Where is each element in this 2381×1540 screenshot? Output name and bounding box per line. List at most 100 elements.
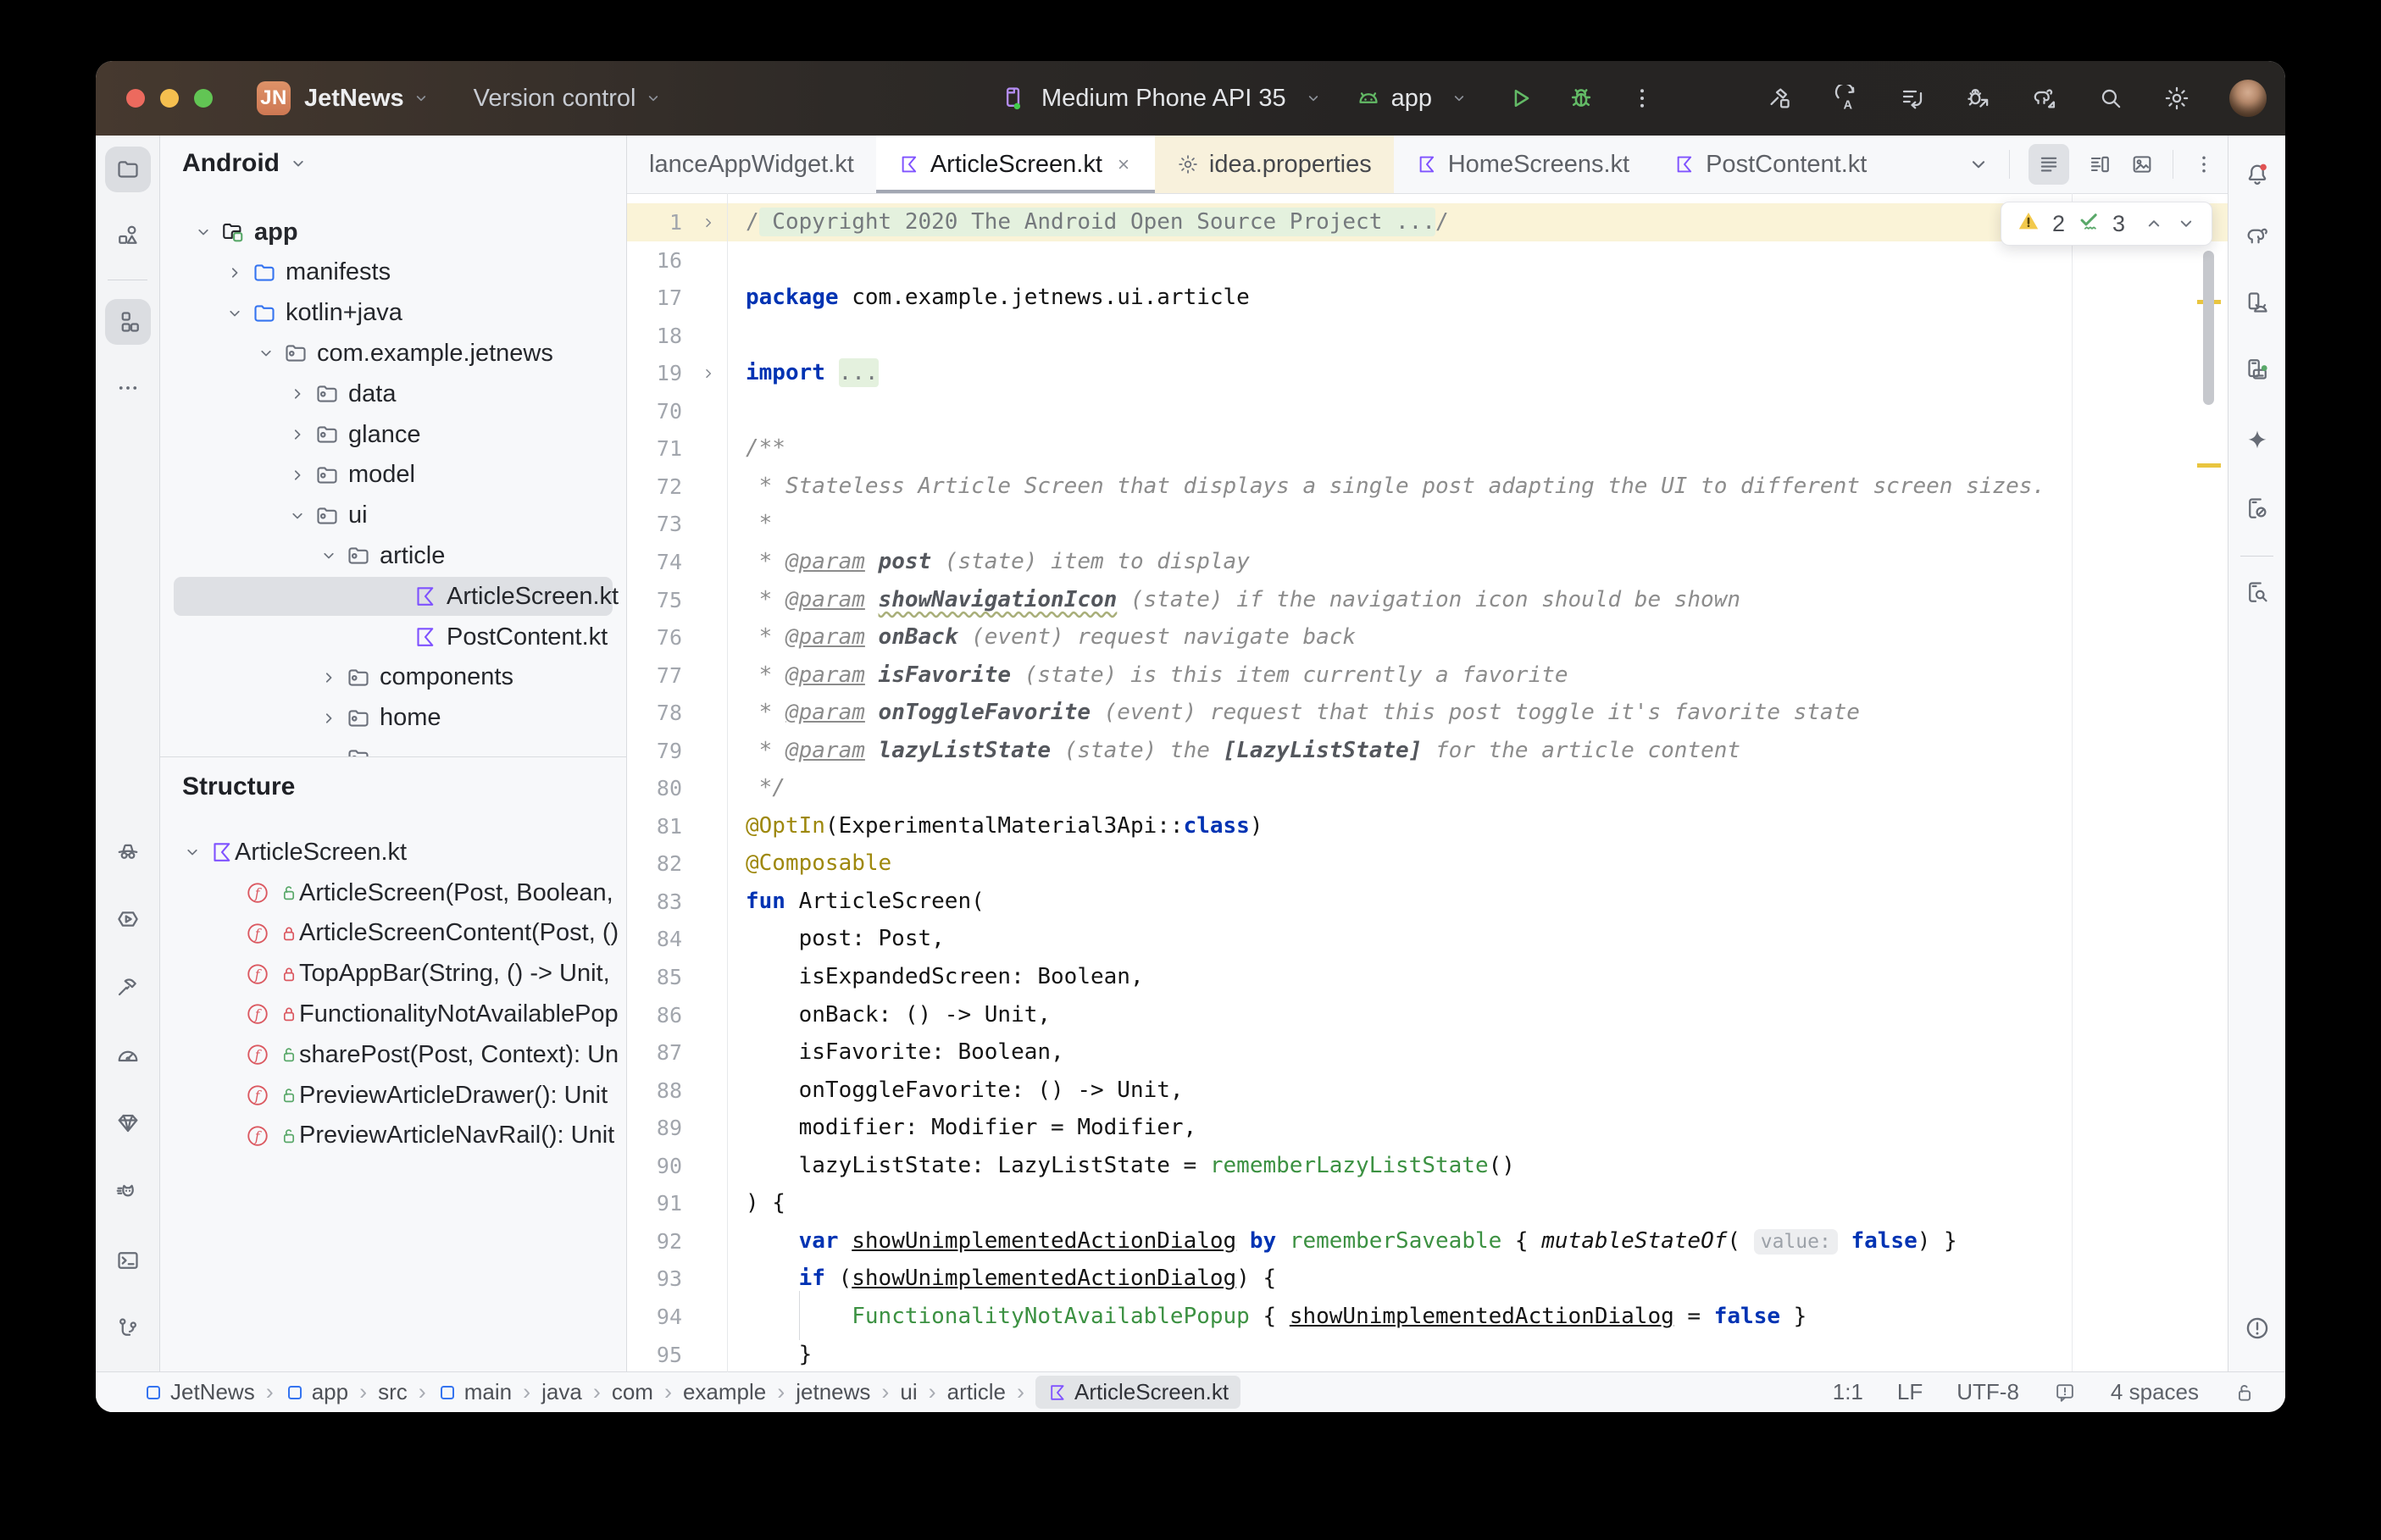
breadcrumb-item-app[interactable]: app <box>285 1379 348 1405</box>
line-number[interactable]: 79 <box>627 732 682 770</box>
editor-layout-single[interactable] <box>2029 144 2069 185</box>
next-problem-button[interactable] <box>2176 213 2196 234</box>
structure-root-articlescreen-kt[interactable]: ArticleScreen.kt <box>160 832 626 872</box>
project-view-selector[interactable]: Android <box>182 149 280 178</box>
build-button[interactable] <box>1767 85 1794 112</box>
line-number[interactable]: 77 <box>627 656 682 695</box>
line-number[interactable]: 95 <box>627 1336 682 1373</box>
tab-list-dropdown[interactable] <box>1967 152 1990 176</box>
line-number[interactable]: 82 <box>627 845 682 883</box>
gradle-sync-button[interactable] <box>2031 85 2058 112</box>
notifications-button[interactable] <box>2245 162 2270 187</box>
structure-item[interactable]: f TopAppBar(String, () -> Unit, <box>160 954 626 994</box>
breadcrumb-item-jetnews[interactable]: jetnews <box>796 1379 870 1405</box>
zoom-window-button[interactable] <box>194 89 213 108</box>
tree-item-model[interactable]: model <box>160 455 626 496</box>
indent-setting[interactable]: 4 spaces <box>2111 1379 2199 1405</box>
line-number[interactable]: 80 <box>627 769 682 807</box>
fold-marker-icon[interactable] <box>700 212 717 237</box>
line-number[interactable]: 92 <box>627 1222 682 1260</box>
structure-item[interactable]: f PreviewArticleDrawer(): Unit <box>160 1075 626 1116</box>
line-number[interactable]: 83 <box>627 883 682 921</box>
line-number[interactable]: 91 <box>627 1184 682 1222</box>
chevron-right-icon[interactable] <box>319 709 339 728</box>
warning-count[interactable]: 2 <box>2052 211 2065 237</box>
breadcrumb-item-src[interactable]: src <box>378 1379 408 1405</box>
sync-translate-button[interactable]: A <box>1833 85 1860 112</box>
code-editor[interactable]: 2 3 1 / Copyright 2020 The Android Open S… <box>627 193 2228 1372</box>
chevron-right-icon[interactable] <box>319 668 339 687</box>
user-avatar[interactable] <box>2229 80 2267 117</box>
panel-divider[interactable] <box>160 756 626 757</box>
line-number[interactable]: 1 <box>627 203 682 241</box>
line-number[interactable]: 81 <box>627 807 682 845</box>
structure-item[interactable]: f ArticleScreen(Post, Boolean, <box>160 872 626 913</box>
chevron-right-icon[interactable] <box>225 263 245 282</box>
tree-item-components[interactable]: components <box>160 657 626 698</box>
line-ending[interactable]: LF <box>1897 1379 1923 1405</box>
editor-layout-split[interactable] <box>2088 152 2112 176</box>
breadcrumb-item-articlescreen-kt[interactable]: ArticleScreen.kt <box>1035 1376 1241 1409</box>
app-inspection-tool-button[interactable] <box>115 1111 141 1136</box>
breadcrumb-item-main[interactable]: main <box>437 1379 512 1405</box>
line-number[interactable]: 84 <box>627 920 682 958</box>
breadcrumb-item-ui[interactable]: ui <box>900 1379 917 1405</box>
caret-position[interactable]: 1:1 <box>1833 1379 1863 1405</box>
debug-button[interactable] <box>1568 85 1595 112</box>
tree-item-manifests[interactable]: manifests <box>160 252 626 293</box>
breadcrumb-item-article[interactable]: article <box>947 1379 1006 1405</box>
editor-tab-articlescreen-kt[interactable]: ArticleScreen.kt <box>875 136 1155 193</box>
line-number[interactable]: 70 <box>627 392 682 430</box>
gemini-tool-button[interactable] <box>2245 428 2270 453</box>
profiler-tool-button[interactable] <box>115 1043 141 1068</box>
fold-marker-icon[interactable] <box>700 363 717 388</box>
line-number[interactable]: 19 <box>627 354 682 392</box>
device-manager-tool-button[interactable] <box>2245 290 2270 315</box>
line-number[interactable]: 93 <box>627 1260 682 1298</box>
prev-problem-button[interactable] <box>2144 213 2164 234</box>
search-everywhere-button[interactable] <box>2097 85 2124 112</box>
chevron-right-icon[interactable] <box>287 466 308 485</box>
structure-item[interactable]: f ArticleScreenContent(Post, () <box>160 913 626 954</box>
line-number[interactable]: 18 <box>627 317 682 355</box>
tree-item-ui[interactable]: ui <box>160 496 626 536</box>
line-number[interactable]: 85 <box>627 958 682 996</box>
tree-row-partial[interactable] <box>160 738 626 756</box>
device-selector[interactable]: Medium Phone API 35 <box>1041 85 1286 113</box>
tree-item-data[interactable]: data <box>160 374 626 414</box>
unlocked-icon[interactable] <box>2233 1381 2256 1404</box>
run-configuration-selector[interactable]: app <box>1391 85 1432 113</box>
more-tool-windows-button[interactable] <box>115 375 141 401</box>
editor-tab-homescreens-kt[interactable]: HomeScreens.kt <box>1394 136 1651 193</box>
editor-tab-idea-properties[interactable]: idea.properties <box>1154 136 1394 193</box>
breadcrumb-item-java[interactable]: java <box>541 1379 582 1405</box>
line-number[interactable]: 87 <box>627 1033 682 1072</box>
tree-item-app[interactable]: app <box>160 212 626 252</box>
scrollbar-thumb[interactable] <box>2203 251 2214 405</box>
running-devices-tool-button[interactable] <box>2245 357 2270 382</box>
version-control-tool-button[interactable] <box>115 1316 141 1341</box>
chevron-down-icon[interactable] <box>319 546 339 565</box>
line-number[interactable]: 75 <box>627 581 682 619</box>
chevron-right-icon[interactable] <box>287 425 308 444</box>
tree-item-articlescreen-kt[interactable]: ArticleScreen.kt <box>160 576 626 617</box>
minimize-window-button[interactable] <box>160 89 179 108</box>
file-encoding[interactable]: UTF-8 <box>1956 1379 2019 1405</box>
line-number[interactable]: 90 <box>627 1147 682 1185</box>
line-number[interactable]: 76 <box>627 618 682 656</box>
build-tool-button[interactable] <box>115 974 141 1000</box>
structure-item[interactable]: f FunctionalityNotAvailablePop <box>160 994 626 1034</box>
line-number[interactable]: 88 <box>627 1072 682 1110</box>
device-streaming-tool-button[interactable] <box>2245 496 2270 521</box>
editor-more-options[interactable] <box>2192 152 2216 176</box>
chevron-down-icon[interactable] <box>256 344 276 363</box>
line-number[interactable]: 94 <box>627 1298 682 1336</box>
tree-item-com-example-jetnews[interactable]: com.example.jetnews <box>160 333 626 374</box>
project-name-menu[interactable]: JetNews <box>304 85 404 113</box>
tree-item-glance[interactable]: glance <box>160 414 626 455</box>
structure-tool-button[interactable] <box>104 299 151 345</box>
problems-tool-button[interactable] <box>2244 1315 2271 1342</box>
structure-item[interactable]: f PreviewArticleNavRail(): Unit <box>160 1116 626 1156</box>
tree-item-article[interactable]: article <box>160 535 626 576</box>
close-icon[interactable] <box>1114 155 1133 174</box>
